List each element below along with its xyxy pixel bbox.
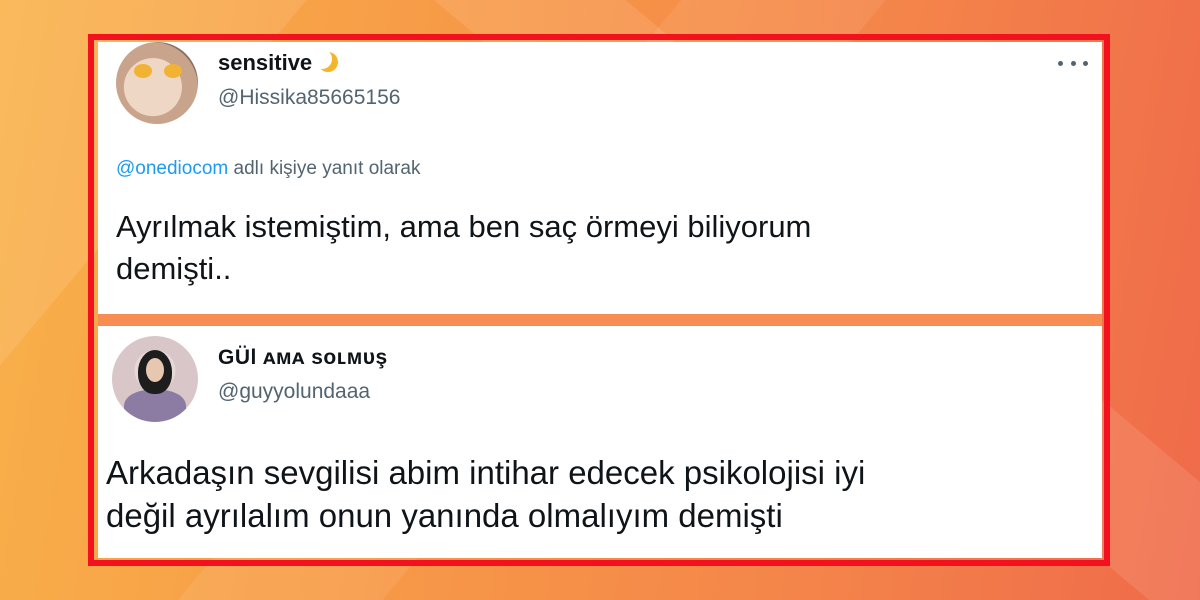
tweet-text-2-line-2: değil ayrılalım onun yanında olmalıyım d… xyxy=(106,496,783,534)
crescent-moon-icon xyxy=(312,49,332,69)
handle-2[interactable]: @guyyolundaaa xyxy=(218,380,370,404)
tweet-text-1-line-2: demişti.. xyxy=(116,251,232,287)
tweet-text-2-line-1: Arkadaşın sevgilisi abim intihar edecek … xyxy=(106,454,866,491)
tweet-text-1-line-1: Ayrılmak istemiştim, ama ben saç örmeyi … xyxy=(116,209,812,244)
display-name-2[interactable]: GÜl ᴀᴍᴀ sᴏʟᴍᴜş xyxy=(218,346,388,370)
handle-1[interactable]: @Hissika85665156 xyxy=(218,86,400,110)
reply-context: @onediocom adlı kişiye yanıt olarak xyxy=(116,158,420,180)
sunglasses-icon xyxy=(134,64,182,78)
avatar-guyyolundaaa[interactable] xyxy=(112,336,198,422)
more-options-icon[interactable] xyxy=(1058,58,1088,68)
reply-suffix: adlı kişiye yanıt olarak xyxy=(228,158,421,179)
tweet-text-2: Arkadaşın sevgilisi abim intihar edecek … xyxy=(106,452,1096,538)
display-name-1[interactable]: sensitive xyxy=(218,50,336,76)
avatar-sensitive[interactable] xyxy=(116,42,198,124)
tweet-text-1: Ayrılmak istemiştim, ama ben saç örmeyi … xyxy=(116,206,1076,290)
reply-mention-link[interactable]: @onediocom xyxy=(116,158,228,179)
